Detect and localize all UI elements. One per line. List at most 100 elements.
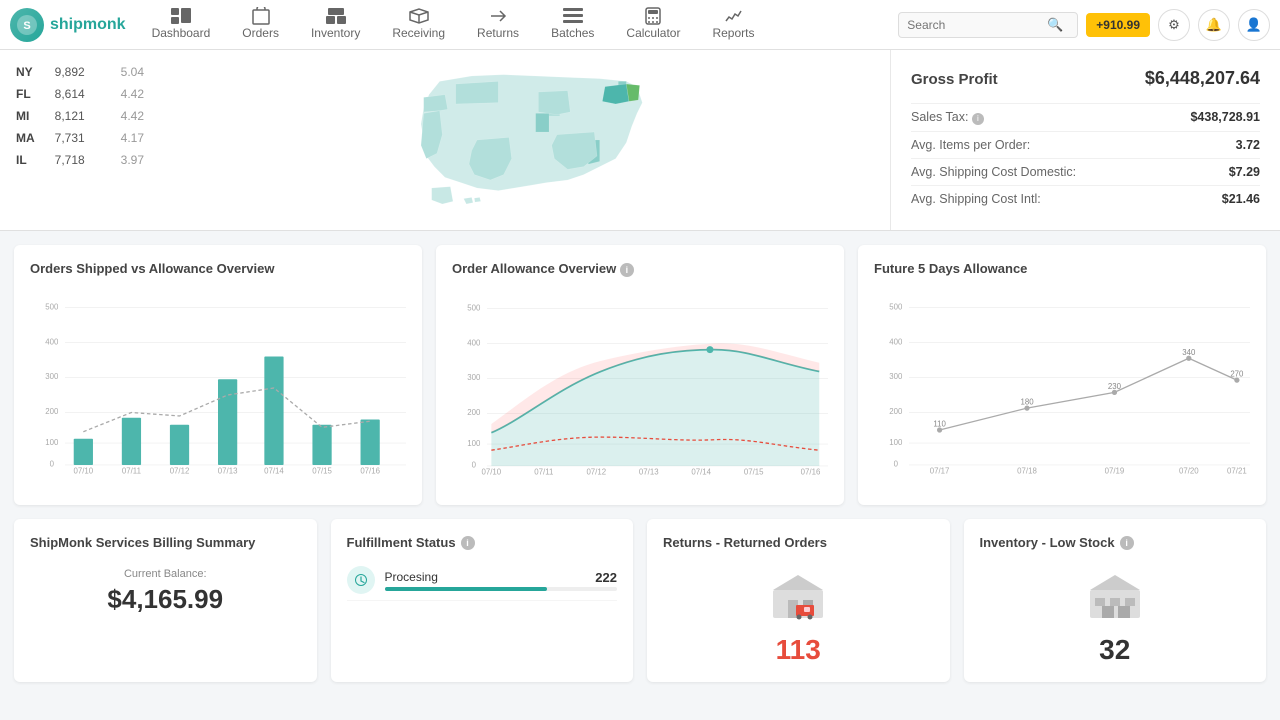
- orders-shipped-svg: 500 400 300 200 100 0: [30, 288, 406, 488]
- processing-label: Procesing: [385, 570, 596, 585]
- metric-value: $7.29: [1229, 165, 1260, 179]
- inventory-center: 32: [980, 560, 1251, 666]
- calculator-icon: [643, 8, 663, 24]
- logo[interactable]: S shipmonk: [10, 8, 126, 42]
- svg-text:200: 200: [467, 408, 481, 417]
- nav-items: Dashboard Orders Inventory Receiving Ret…: [136, 2, 899, 48]
- svg-text:07/20: 07/20: [1179, 467, 1199, 476]
- svg-text:110: 110: [933, 419, 946, 428]
- metric-row: Avg. Items per Order:3.72: [911, 131, 1260, 158]
- state-value: 8,614: [51, 84, 103, 104]
- svg-text:400: 400: [889, 337, 903, 346]
- inventory-number: 32: [980, 634, 1251, 666]
- reports-icon: [723, 8, 743, 24]
- order-allowance-svg: 500 400 300 200 100 0: [452, 289, 828, 489]
- charts-row: Orders Shipped vs Allowance Overview 500…: [0, 231, 1280, 519]
- svg-text:180: 180: [1020, 398, 1034, 407]
- nav-right: 🔍 +910.99 ⚙ 🔔 👤: [898, 9, 1270, 41]
- svg-text:S: S: [23, 20, 30, 32]
- state-table: NY9,8925.04FL8,6144.42MI8,1214.42MA7,731…: [0, 50, 160, 230]
- gross-profit-value: $6,448,207.64: [1145, 68, 1260, 89]
- order-allowance-title: Order Allowance Overview i: [452, 261, 828, 277]
- nav-inventory-label: Inventory: [311, 26, 360, 40]
- svg-text:100: 100: [45, 438, 59, 447]
- metric-label: Avg. Shipping Cost Domestic:: [911, 165, 1076, 179]
- returns-title: Returns - Returned Orders: [663, 535, 934, 550]
- state-row: FL8,6144.42: [12, 84, 148, 104]
- nav-batches-label: Batches: [551, 26, 594, 40]
- nav-returns[interactable]: Returns: [461, 2, 535, 48]
- nav-reports-label: Reports: [712, 26, 754, 40]
- inventory-warehouse-icon: [980, 570, 1251, 630]
- svg-text:200: 200: [889, 407, 903, 416]
- map-section: NY9,8925.04FL8,6144.42MI8,1214.42MA7,731…: [0, 50, 890, 230]
- svg-text:07/17: 07/17: [930, 467, 950, 476]
- inventory-icon: [326, 8, 346, 24]
- metric-label: Sales Tax: i: [911, 110, 984, 125]
- metric-row: Avg. Shipping Cost Intl:$21.46: [911, 185, 1260, 212]
- nav-batches[interactable]: Batches: [535, 2, 610, 48]
- search-box[interactable]: 🔍: [898, 12, 1078, 38]
- svg-text:300: 300: [45, 372, 59, 381]
- nav-orders-label: Orders: [242, 26, 279, 40]
- svg-text:07/15: 07/15: [312, 467, 332, 476]
- svg-text:07/10: 07/10: [74, 467, 94, 476]
- metric-value: 3.72: [1236, 138, 1260, 152]
- balance-label: Current Balance:: [30, 568, 301, 580]
- nav-receiving[interactable]: Receiving: [376, 2, 461, 48]
- orders-shipped-title: Orders Shipped vs Allowance Overview: [30, 261, 406, 276]
- logo-icon: S: [10, 8, 44, 42]
- settings-button[interactable]: ⚙: [1158, 9, 1190, 41]
- orders-shipped-area: 500 400 300 200 100 0: [30, 288, 406, 488]
- svg-text:07/14: 07/14: [264, 467, 284, 476]
- fulfillment-card: Fulfillment Status i Procesing 222: [331, 519, 634, 682]
- state-row: NY9,8925.04: [12, 62, 148, 82]
- state-row: IL7,7183.97: [12, 150, 148, 170]
- metric-row: Sales Tax: i $438,728.91: [911, 103, 1260, 131]
- svg-text:100: 100: [467, 439, 481, 448]
- billing-title: ShipMonk Services Billing Summary: [30, 535, 301, 550]
- metric-label: Avg. Shipping Cost Intl:: [911, 192, 1041, 206]
- nav-dashboard[interactable]: Dashboard: [136, 2, 227, 48]
- processing-icon: [347, 566, 375, 594]
- processing-count: 222: [595, 570, 617, 585]
- state-pct: 5.04: [105, 62, 148, 82]
- nav-calculator-label: Calculator: [626, 26, 680, 40]
- nav-orders[interactable]: Orders: [226, 2, 295, 48]
- svg-text:0: 0: [472, 461, 477, 470]
- returns-icon: [488, 8, 508, 24]
- svg-text:07/15: 07/15: [744, 468, 764, 477]
- processing-progress-container: [385, 587, 618, 591]
- nav-reports[interactable]: Reports: [696, 2, 770, 48]
- dashboard-icon: [171, 8, 191, 24]
- gross-profit-label: Gross Profit: [911, 71, 998, 88]
- gross-profit-row: Gross Profit $6,448,207.64: [911, 68, 1260, 89]
- svg-text:500: 500: [889, 302, 903, 311]
- state-pct: 4.17: [105, 128, 148, 148]
- svg-text:500: 500: [467, 303, 481, 312]
- state-pct: 4.42: [105, 84, 148, 104]
- svg-text:200: 200: [45, 407, 59, 416]
- search-input[interactable]: [907, 18, 1047, 32]
- nav-inventory[interactable]: Inventory: [295, 2, 376, 48]
- bell-button[interactable]: 🔔: [1198, 9, 1230, 41]
- state-value: 7,718: [51, 150, 103, 170]
- receiving-icon: [409, 8, 429, 24]
- orders-icon: [251, 8, 271, 24]
- state-value: 8,121: [51, 106, 103, 126]
- future-5-days-area: 500 400 300 200 100 0: [874, 288, 1250, 488]
- svg-text:07/12: 07/12: [586, 468, 606, 477]
- metric-row: Avg. Shipping Cost Domestic: $7.29: [911, 158, 1260, 185]
- fulfillment-title: Fulfillment Status i: [347, 535, 618, 550]
- future-5-days-title: Future 5 Days Allowance: [874, 261, 1250, 276]
- nav-calculator[interactable]: Calculator: [610, 2, 696, 48]
- svg-text:07/14: 07/14: [691, 468, 711, 477]
- right-panel: Gross Profit $6,448,207.64 Sales Tax: i $…: [890, 50, 1280, 230]
- inventory-title: Inventory - Low Stock i: [980, 535, 1251, 550]
- balance-badge[interactable]: +910.99: [1086, 13, 1150, 37]
- metric-value: $438,728.91: [1190, 110, 1260, 125]
- svg-text:07/16: 07/16: [801, 468, 821, 477]
- svg-text:07/12: 07/12: [170, 467, 190, 476]
- state-row: MI8,1214.42: [12, 106, 148, 126]
- user-button[interactable]: 👤: [1238, 9, 1270, 41]
